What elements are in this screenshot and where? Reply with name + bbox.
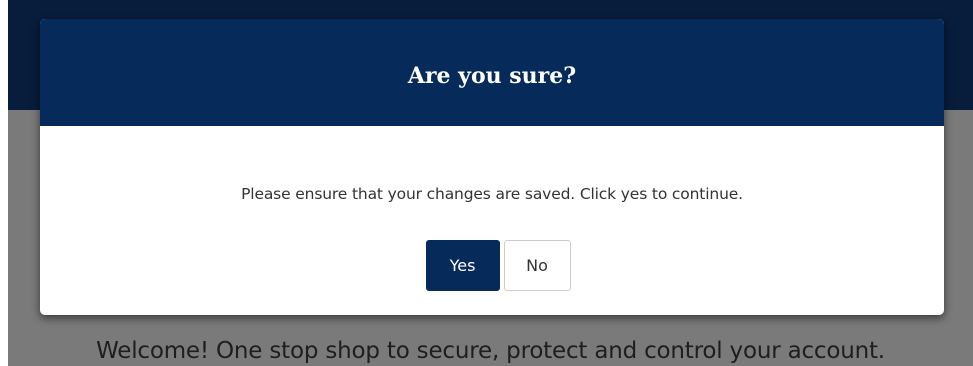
dialog-header: Are you sure? bbox=[40, 19, 944, 126]
dialog-message: Please ensure that your changes are save… bbox=[241, 185, 743, 203]
confirm-dialog: Are you sure? Please ensure that your ch… bbox=[40, 19, 944, 315]
yes-button[interactable]: Yes bbox=[425, 240, 500, 291]
no-button[interactable]: No bbox=[503, 240, 571, 291]
page: Welcome! One stop shop to secure, protec… bbox=[0, 0, 973, 366]
dialog-title: Are you sure? bbox=[407, 62, 577, 89]
welcome-text: Welcome! One stop shop to secure, protec… bbox=[96, 338, 885, 364]
dialog-body: Please ensure that your changes are save… bbox=[40, 126, 944, 315]
dialog-actions: Yes No bbox=[40, 240, 944, 291]
